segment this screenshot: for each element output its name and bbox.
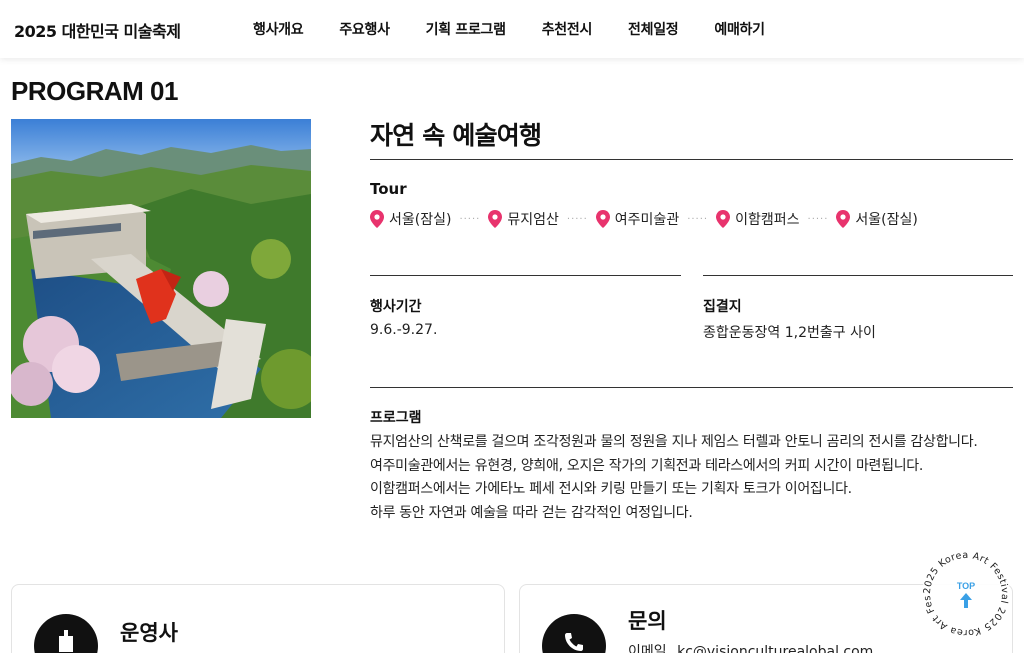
period-divider [370, 275, 681, 276]
program-divider [370, 387, 1013, 388]
nav-recommended[interactable]: 추천전시 [542, 19, 593, 39]
program-description: 뮤지엄산의 산책로를 걸으며 조각정원과 물의 정원을 지나 제임스 터렐과 안… [370, 431, 978, 525]
location-pin-icon [836, 210, 851, 228]
scroll-top-button[interactable]: 2025 Korea Art Festival 2025 Korea Art F… [917, 540, 1012, 640]
period-value: 9.6.-9.27. [370, 322, 438, 338]
route-dots: ····· [687, 213, 709, 225]
location-pin-icon [595, 210, 610, 228]
route-dots: ····· [566, 213, 588, 225]
location-pin-icon [716, 210, 731, 228]
title-divider [370, 159, 1013, 160]
main-nav: 행사개요 주요행사 기획 프로그램 추천전시 전체일정 예매하기 [235, 0, 783, 58]
route-stop-label: 서울(잠실) [389, 212, 452, 228]
operator-title: 운영사 [120, 621, 178, 645]
program-title: 자연 속 예술여행 [370, 121, 542, 150]
route-stop: 이함캠퍼스 [716, 209, 800, 229]
route-stop: 서울(잠실) [836, 209, 918, 229]
description-line: 이함캠퍼스에서는 가에타노 페세 전시와 키링 만들기 또는 기획자 토크가 이… [370, 481, 852, 497]
top-label: TOP [957, 581, 975, 591]
description-line: 뮤지엄산의 산책로를 걸으며 조각정원과 물의 정원을 지나 제임스 터렐과 안… [370, 434, 978, 450]
route-dots: ····· [459, 213, 481, 225]
nav-booking[interactable]: 예매하기 [714, 19, 765, 39]
contact-email-row: 이메일 kc@visionculturealobal.com [628, 641, 873, 653]
contact-email-label: 이메일 [628, 644, 667, 653]
phone-icon [542, 614, 606, 653]
nav-programs[interactable]: 기획 프로그램 [426, 19, 506, 39]
route-stop-label: 서울(잠실) [855, 212, 918, 228]
location-pin-icon [370, 210, 384, 228]
tour-route: 서울(잠실) ····· 뮤지엄산 ····· 여주미술관 ····· 이함캠퍼… [370, 209, 918, 229]
program-heading: 프로그램 [370, 410, 422, 426]
route-stop: 뮤지엄산 [488, 209, 559, 229]
route-dots: ····· [807, 213, 829, 225]
meeting-value: 종합운동장역 1,2번출구 사이 [703, 325, 876, 341]
nav-overview[interactable]: 행사개요 [253, 19, 304, 39]
meeting-heading: 집결지 [703, 299, 742, 315]
route-stop-label: 이함캠퍼스 [735, 212, 800, 228]
route-stop: 서울(잠실) [370, 209, 451, 229]
route-stop-label: 여주미술관 [614, 212, 680, 228]
site-logo[interactable]: 2025 대한민국 미술축제 [14, 18, 181, 42]
contact-email[interactable]: kc@visionculturealobal.com [677, 644, 873, 653]
site-header: 2025 대한민국 미술축제 행사개요 주요행사 기획 프로그램 추천전시 전체… [0, 0, 1024, 58]
building-icon [34, 614, 98, 653]
location-pin-icon [488, 210, 503, 228]
description-line: 하루 동안 자연과 예술을 따라 걷는 감각적인 여정입니다. [370, 504, 693, 521]
route-stop-label: 뮤지엄산 [507, 212, 559, 228]
period-heading: 행사기간 [370, 299, 422, 315]
description-line: 여주미술관에서는 유현경, 양희애, 오지은 작가의 기획전과 테라스에서의 커… [370, 457, 924, 474]
operator-card: 운영사 [11, 584, 505, 653]
nav-main-events[interactable]: 주요행사 [339, 19, 390, 39]
program-photo [11, 119, 311, 418]
tour-heading: Tour [370, 180, 407, 198]
program-label: PROGRAM 01 [11, 76, 178, 106]
route-stop: 여주미술관 [595, 209, 680, 229]
contact-title: 문의 [628, 609, 667, 633]
nav-schedule[interactable]: 전체일정 [628, 19, 679, 39]
meeting-divider [703, 275, 1013, 276]
